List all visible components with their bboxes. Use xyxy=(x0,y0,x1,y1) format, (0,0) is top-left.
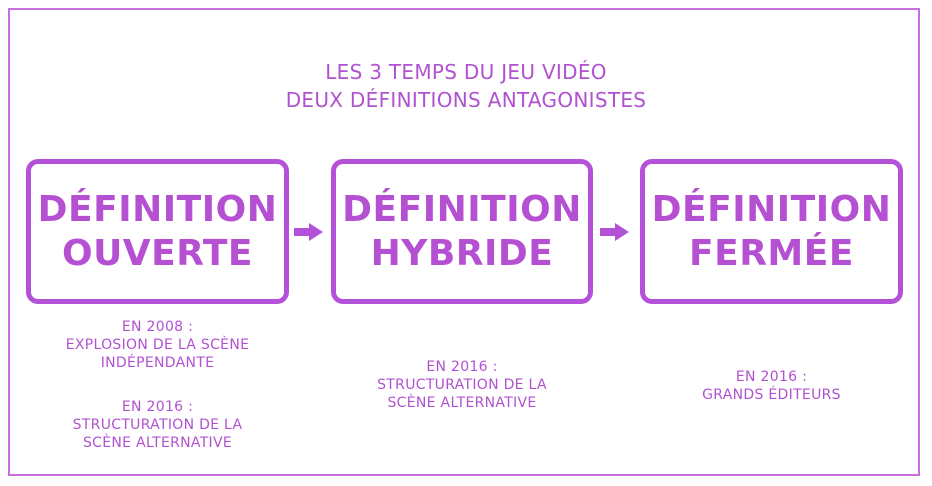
description-col-3: EN 2016 : GRANDS ÉDITEURS xyxy=(640,368,903,404)
box-label-line-1: DÉFINITION xyxy=(37,188,278,230)
description-col-2: EN 2016 : STRUCTURATION DE LA SCÈNE ALTE… xyxy=(331,358,593,412)
description-line: SCÈNE ALTERNATIVE xyxy=(82,435,233,451)
box-definition-fermee: DÉFINITION FERMÉE xyxy=(640,159,903,304)
description-col-1-block-2: EN 2016 : STRUCTURATION DE LA SCÈNE ALTE… xyxy=(26,398,289,452)
box-definition-ouverte: DÉFINITION OUVERTE xyxy=(26,159,289,304)
arrow-right-icon xyxy=(600,223,629,241)
box-label-line-1: DÉFINITION xyxy=(342,188,582,230)
box-label-line-2: OUVERTE xyxy=(61,232,254,274)
description-line: INDÉPENDANTE xyxy=(100,355,215,371)
title-line-1: LES 3 TEMPS DU JEU VIDÉO xyxy=(325,60,607,84)
box-label-line-2: FERMÉE xyxy=(689,232,854,274)
title-line-2: DEUX DÉFINITIONS ANTAGONISTES xyxy=(285,88,647,112)
description-line: STRUCTURATION DE LA xyxy=(72,417,243,433)
box-label-line-1: DÉFINITION xyxy=(651,188,892,230)
description-line: SCÈNE ALTERNATIVE xyxy=(387,395,537,411)
description-line: EN 2008 : xyxy=(121,319,194,335)
description-line: STRUCTURATION DE LA xyxy=(377,377,547,393)
box-definition-hybride: DÉFINITION HYBRIDE xyxy=(331,159,593,304)
description-line: EXPLOSION DE LA SCÈNE xyxy=(65,337,250,353)
description-col-1-block-1: EN 2008 : EXPLOSION DE LA SCÈNE INDÉPEND… xyxy=(26,318,289,372)
arrow-right-icon xyxy=(294,223,323,241)
description-line: EN 2016 : xyxy=(121,399,194,415)
description-line: GRANDS ÉDITEURS xyxy=(702,387,841,403)
description-line: EN 2016 : xyxy=(426,359,498,375)
description-line: EN 2016 : xyxy=(735,369,808,385)
box-label-line-2: HYBRIDE xyxy=(370,232,554,274)
